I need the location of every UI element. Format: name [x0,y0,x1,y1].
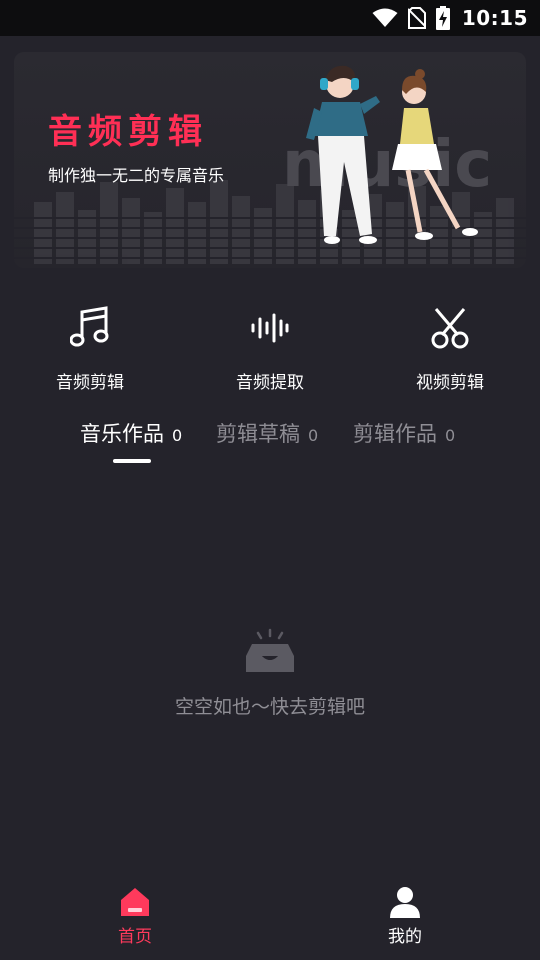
bottom-nav: 首页 我的 [0,880,540,960]
nav-mine[interactable]: 我的 [270,880,540,960]
tab-label: 音乐作品 [80,422,164,446]
audio-edit-label: 音频剪辑 [56,373,124,393]
tab-label: 剪辑作品 [353,422,437,446]
wifi-icon [372,8,398,28]
music-note-icon [68,306,112,350]
tab-edit-drafts[interactable]: 剪辑草稿 0 [216,418,318,448]
status-bar: 10:15 [0,0,540,36]
works-tabs: 音乐作品 0 剪辑草稿 0 剪辑作品 0 [0,418,540,468]
video-edit-label: 视频剪辑 [416,373,484,393]
tab-label: 剪辑草稿 [216,422,300,446]
battery-charging-icon [435,6,450,30]
tab-count: 0 [445,426,456,445]
banner[interactable]: music 音频剪辑 制作独一无二的专属音乐 [14,52,526,268]
nav-home-label: 首页 [118,927,152,947]
nav-mine-label: 我的 [388,927,422,947]
audio-extract-label: 音频提取 [236,373,304,393]
tab-count: 0 [172,426,183,445]
person-icon [390,887,420,918]
no-sim-icon [407,7,426,29]
feature-shortcuts: 音频剪辑 音频提取 视频剪辑 [0,300,540,400]
banner-subtitle: 制作独一无二的专属音乐 [48,166,225,185]
tab-edit-works[interactable]: 剪辑作品 0 [353,418,455,448]
scissors-icon [428,306,472,350]
tab-indicator [113,459,151,463]
empty-state: 空空如也～快去剪辑吧 [0,628,540,719]
tab-music-works[interactable]: 音乐作品 0 [80,418,182,448]
clock: 10:15 [461,6,528,30]
audio-extract-button[interactable]: 音频提取 [180,300,360,400]
empty-state-text: 空空如也～快去剪辑吧 [174,696,365,718]
audio-edit-button[interactable]: 音频剪辑 [0,300,180,400]
video-edit-button[interactable]: 视频剪辑 [360,300,540,400]
banner-illustration: music [14,65,526,264]
banner-title: 音频剪辑 [48,112,208,152]
home-icon [121,888,149,916]
nav-home[interactable]: 首页 [0,880,270,960]
waveform-icon [248,306,292,350]
tab-count: 0 [308,426,319,445]
empty-box-icon [246,628,294,672]
